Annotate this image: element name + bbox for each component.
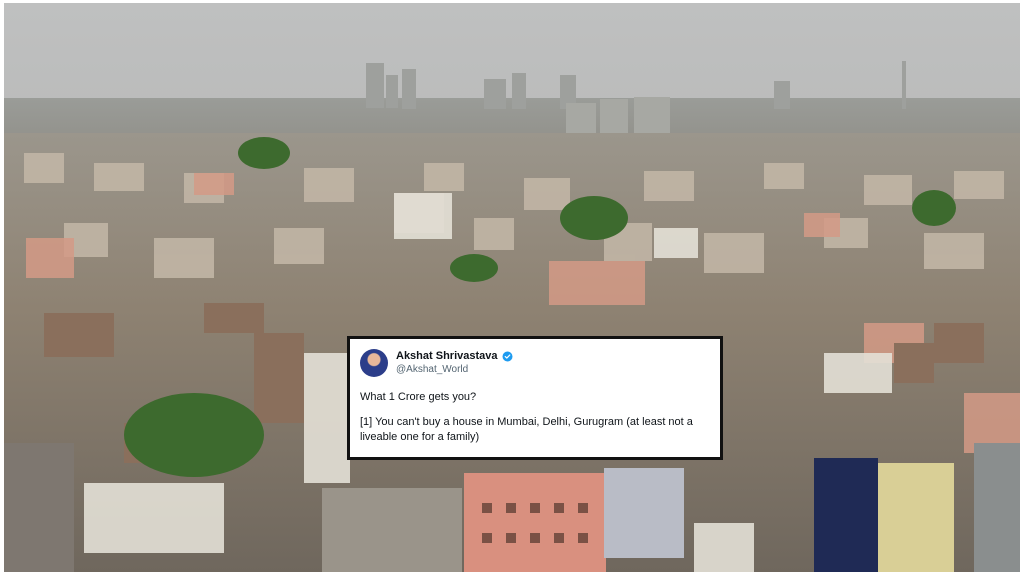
tweet-card: Akshat Shrivastava @Akshat_World What 1 …: [347, 336, 723, 460]
author-name-row: Akshat Shrivastava: [396, 350, 513, 363]
tweet-text-line: What 1 Crore gets you?: [360, 391, 477, 403]
avatar: [360, 349, 388, 377]
author-handle: @Akshat_World: [396, 364, 469, 375]
tweet-header: Akshat Shrivastava @Akshat_World: [360, 349, 708, 377]
author-name: Akshat Shrivastava: [396, 350, 498, 362]
verified-badge-icon: [502, 351, 512, 362]
tweet-author: Akshat Shrivastava @Akshat_World: [396, 350, 513, 376]
tweet-text-line: [1] You can't buy a house in Mumbai, Del…: [360, 416, 693, 443]
city-skyline-photo: [4, 3, 1020, 572]
image-frame: Akshat Shrivastava @Akshat_World What 1 …: [4, 3, 1020, 572]
